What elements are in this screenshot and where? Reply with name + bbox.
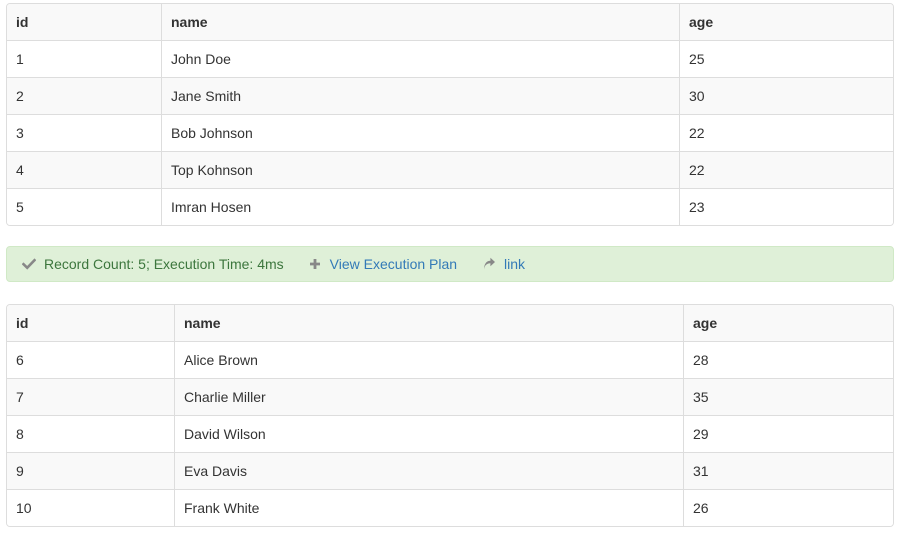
table-row: 7 Charlie Miller 35 [7,378,893,415]
cell-age: 26 [683,489,893,526]
cell-age: 25 [679,40,893,77]
share-link-label: link [504,256,526,272]
table-row: 5 Imran Hosen 23 [7,188,893,225]
record-count-status: Record Count: 5; Execution Time: 4ms [22,256,284,272]
plus-icon [309,259,320,269]
share-arrow-icon [484,257,496,270]
cell-name: Top Kohnson [161,151,679,188]
cell-id: 6 [7,341,174,378]
query-status-bar: Record Count: 5; Execution Time: 4ms Vie… [6,246,894,282]
cell-id: 5 [7,188,161,225]
table-row: 8 David Wilson 29 [7,415,893,452]
cell-id: 1 [7,40,161,77]
cell-id: 4 [7,151,161,188]
cell-age: 22 [679,151,893,188]
table-row: 4 Top Kohnson 22 [7,151,893,188]
cell-age: 29 [683,415,893,452]
view-execution-plan-label: View Execution Plan [329,256,458,272]
column-header-age[interactable]: age [683,305,893,341]
share-link[interactable]: link [482,256,525,272]
table-row: 1 John Doe 25 [7,40,893,77]
column-header-id[interactable]: id [7,305,174,341]
results-table-2: id name age 6 Alice Brown 28 7 Charlie M… [6,304,894,527]
table-row: 6 Alice Brown 28 [7,341,893,378]
cell-id: 9 [7,452,174,489]
cell-name: Eva Davis [174,452,683,489]
table-row: 2 Jane Smith 30 [7,77,893,114]
cell-id: 3 [7,114,161,151]
cell-age: 28 [683,341,893,378]
cell-name: Frank White [174,489,683,526]
cell-age: 30 [679,77,893,114]
cell-id: 8 [7,415,174,452]
column-header-name[interactable]: name [174,305,683,341]
cell-name: Bob Johnson [161,114,679,151]
table-header-row: id name age [7,4,893,40]
table-header-row: id name age [7,305,893,341]
column-header-name[interactable]: name [161,4,679,40]
table-row: 10 Frank White 26 [7,489,893,526]
record-count-text: Record Count: 5; Execution Time: 4ms [44,256,284,272]
cell-name: Charlie Miller [174,378,683,415]
cell-id: 2 [7,77,161,114]
results-table-1: id name age 1 John Doe 25 2 Jane Smith 3… [6,3,894,226]
cell-id: 7 [7,378,174,415]
cell-age: 35 [683,378,893,415]
cell-name: Jane Smith [161,77,679,114]
cell-name: Alice Brown [174,341,683,378]
cell-name: John Doe [161,40,679,77]
cell-age: 23 [679,188,893,225]
view-execution-plan-link[interactable]: View Execution Plan [308,256,457,272]
table-row: 9 Eva Davis 31 [7,452,893,489]
cell-age: 22 [679,114,893,151]
cell-name: David Wilson [174,415,683,452]
table-row: 3 Bob Johnson 22 [7,114,893,151]
check-icon [22,258,36,270]
cell-age: 31 [683,452,893,489]
column-header-id[interactable]: id [7,4,161,40]
cell-id: 10 [7,489,174,526]
cell-name: Imran Hosen [161,188,679,225]
column-header-age[interactable]: age [679,4,893,40]
